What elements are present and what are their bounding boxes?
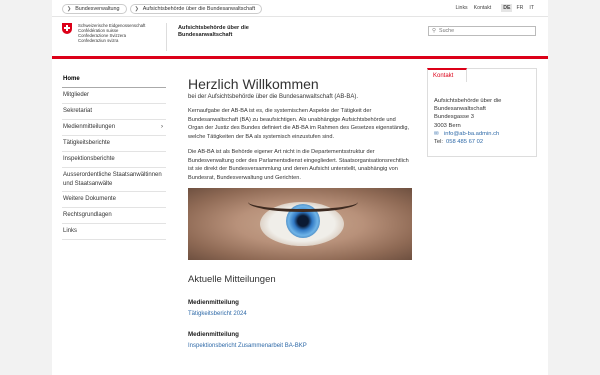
- breadcrumb-label: Aufsichtsbehörde über die Bundesanwaltsc…: [142, 6, 256, 12]
- nav-item-label: Medienmitteilungen: [63, 124, 116, 130]
- language-fr[interactable]: FR: [514, 4, 525, 12]
- news-link[interactable]: Tätigkeitsbericht 2024: [188, 311, 412, 317]
- nav-item-weitere-dokumente[interactable]: Weitere Dokumente: [62, 192, 166, 208]
- hero-eye-image: [188, 188, 412, 260]
- contact-phone-link[interactable]: 058 485 67 02: [446, 138, 483, 146]
- links-link[interactable]: Links: [456, 5, 468, 11]
- contact-email-link[interactable]: info@ab-ba.admin.ch: [444, 130, 499, 138]
- search-input[interactable]: [439, 27, 530, 35]
- news-link[interactable]: Inspektionsbericht Zusammenarbeit BA-BKP: [188, 343, 412, 349]
- contact-box: Kontakt Aufsichtsbehörde über die Bundes…: [427, 68, 537, 158]
- contact-name: Aufsichtsbehörde über die Bundesanwaltsc…: [434, 98, 502, 113]
- breadcrumb-item-authority[interactable]: ❯ Aufsichtsbehörde über die Bundesanwalt…: [129, 4, 263, 14]
- contact-details: Aufsichtsbehörde über die Bundesanwaltsc…: [428, 69, 536, 156]
- chevron-right-icon: ❯: [134, 6, 139, 12]
- language-switcher: DE FR IT: [501, 4, 536, 12]
- swiss-flag-icon: [62, 23, 72, 34]
- language-de[interactable]: DE: [501, 4, 513, 12]
- contact-phone-row: Tel: 058 485 67 02: [434, 138, 530, 146]
- mail-icon: ✉: [434, 130, 439, 137]
- contact-email-row: ✉ info@ab-ba.admin.ch: [434, 130, 530, 138]
- confederation-name-rm: Confederaziun svizra: [78, 38, 119, 43]
- confederation-names: Schweizerische Eidgenossenschaft Confédé…: [78, 23, 168, 43]
- page-title: Herzlich Willkommen: [188, 76, 319, 92]
- service-links: Links Kontakt DE FR IT: [456, 4, 536, 12]
- header-divider: [166, 23, 167, 51]
- breadcrumb-item-bundesverwaltung[interactable]: ❯ Bundesverwaltung: [62, 4, 127, 14]
- phone-label: Tel:: [434, 139, 444, 146]
- nav-item-sekretariat[interactable]: Sekretariat: [62, 104, 166, 120]
- intro-paragraph: Kernaufgabe der AB-BA ist es, die system…: [188, 108, 410, 140]
- eye-lid: [248, 192, 358, 212]
- main-content: Herzlich Willkommen bei der Aufsichtsbeh…: [188, 77, 412, 349]
- authority-name: Aufsichtsbehörde über die Bundesanwaltsc…: [178, 25, 249, 38]
- contact-city: 3003 Bern: [434, 122, 461, 129]
- contact-link[interactable]: Kontakt: [474, 5, 492, 11]
- chevron-right-icon: ›: [161, 124, 163, 130]
- sidebar-nav: Home Mitglieder Sekretariat Medienmittei…: [62, 72, 166, 240]
- news-category: Medienmitteilung: [188, 331, 239, 338]
- language-it[interactable]: IT: [527, 4, 536, 12]
- contact-street: Bundesgasse 3: [434, 114, 474, 121]
- top-bar: ❯ Bundesverwaltung ❯ Aufsichtsbehörde üb…: [52, 0, 548, 17]
- site-header: Schweizerische Eidgenossenschaft Confédé…: [52, 17, 548, 59]
- chevron-right-icon: ❯: [67, 6, 72, 12]
- nav-item-taetigkeitsberichte[interactable]: Tätigkeitsberichte: [62, 136, 166, 152]
- search-box[interactable]: ⚲: [428, 26, 536, 36]
- contact-tab[interactable]: Kontakt: [427, 68, 467, 82]
- news-category: Medienmitteilung: [188, 299, 239, 306]
- nav-item-rechtsgrundlagen[interactable]: Rechtsgrundlagen: [62, 208, 166, 224]
- nav-item-medienmitteilungen[interactable]: Medienmitteilungen ›: [62, 120, 166, 136]
- nav-item-inspektionsberichte[interactable]: Inspektionsberichte: [62, 152, 166, 168]
- nav-item-home[interactable]: Home: [62, 72, 166, 88]
- search-icon: ⚲: [432, 28, 437, 34]
- confederation-logo[interactable]: Schweizerische Eidgenossenschaft Confédé…: [62, 23, 168, 43]
- structure-paragraph: Die AB-BA ist als Behörde eigener Art ni…: [188, 149, 409, 181]
- breadcrumb-label: Bundesverwaltung: [75, 6, 120, 12]
- breadcrumb: ❯ Bundesverwaltung ❯ Aufsichtsbehörde üb…: [62, 4, 263, 14]
- nav-item-mitglieder[interactable]: Mitglieder: [62, 88, 166, 104]
- page-lead: bei der Aufsichtsbehörde über die Bundes…: [188, 94, 359, 100]
- nav-item-links[interactable]: Links: [62, 224, 166, 240]
- news-heading: Aktuelle Mitteilungen: [188, 274, 276, 285]
- page: ❯ Bundesverwaltung ❯ Aufsichtsbehörde üb…: [52, 0, 548, 375]
- nav-item-ausserordentliche[interactable]: Ausserordentliche Staatsanwältinnen und …: [62, 168, 166, 192]
